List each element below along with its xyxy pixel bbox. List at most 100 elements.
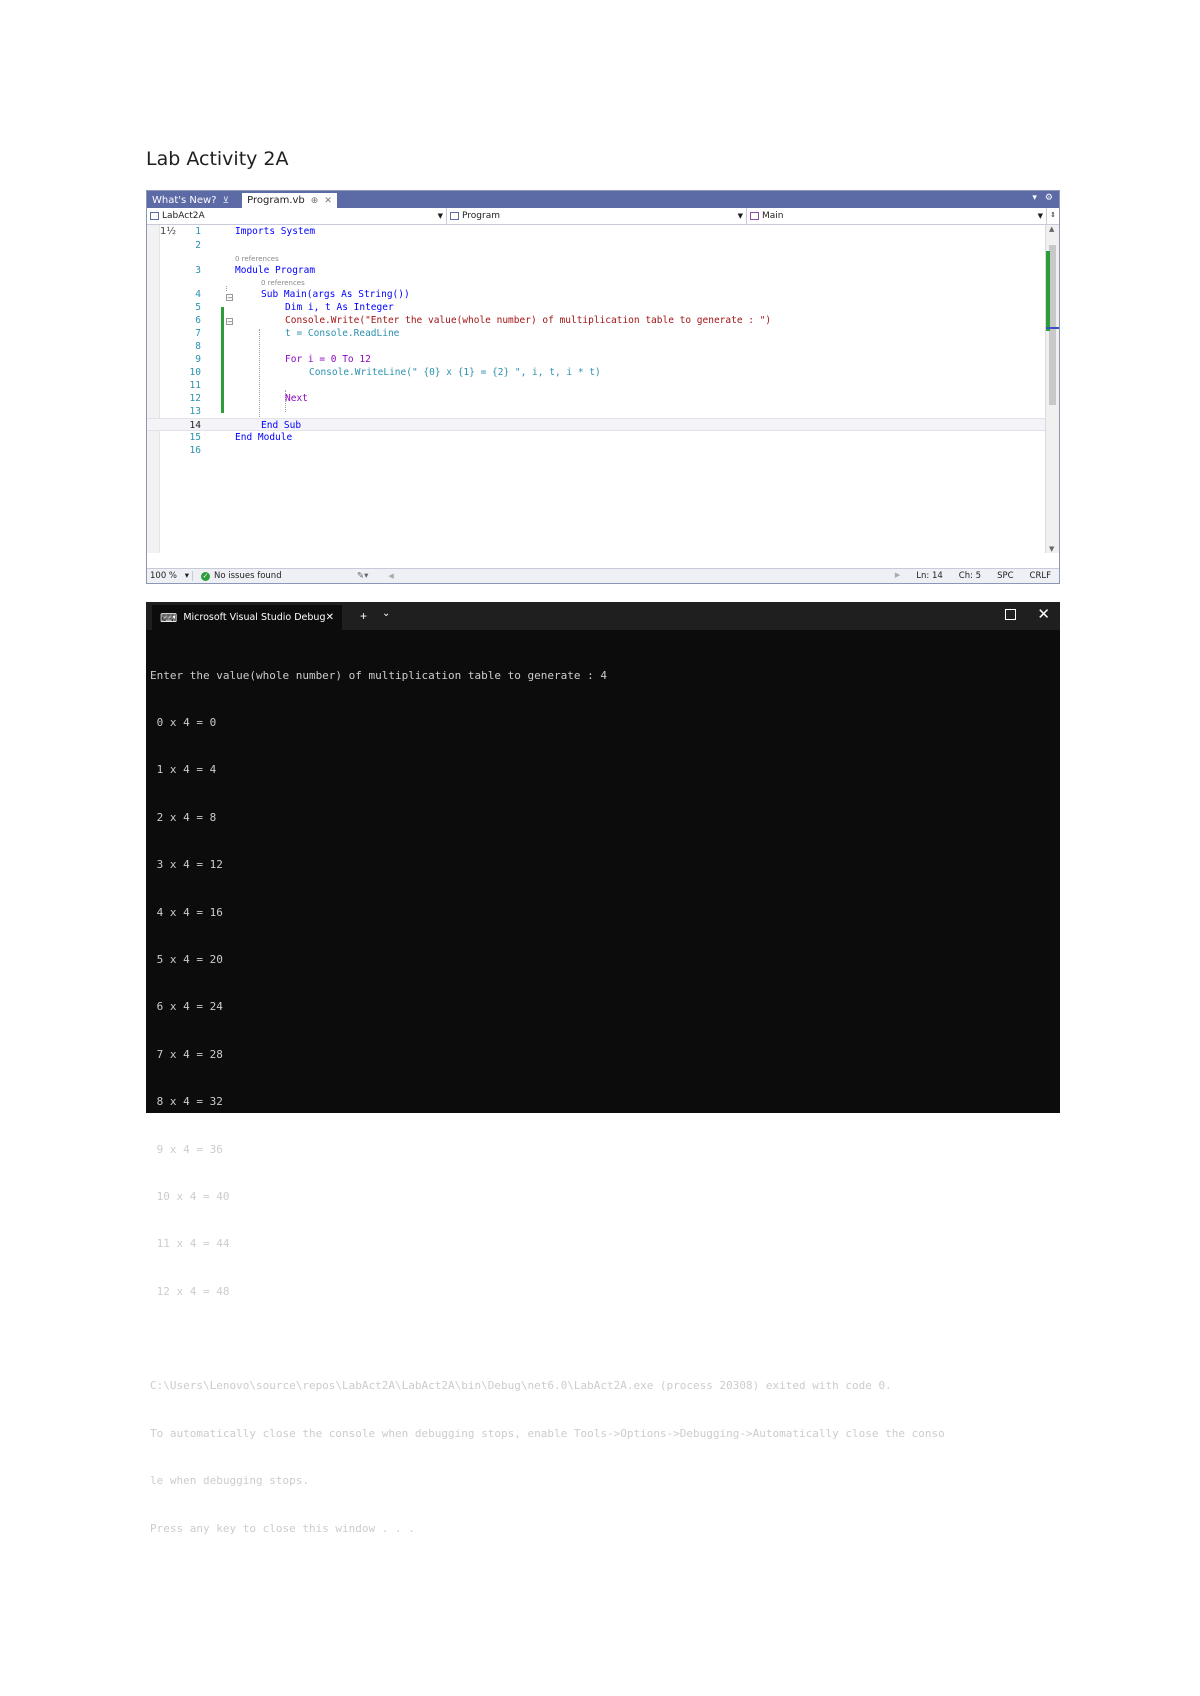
check-circle-icon: ✓ [201,571,210,581]
codelens-references[interactable]: 0 references [261,279,305,288]
console-line: 3 x 4 = 12 [150,858,223,872]
tab-label: What's New? [152,195,217,206]
code-line: 3 Module Program [147,264,1047,277]
document-title: Lab Activity 2A [146,148,289,170]
class-dropdown[interactable]: Program ▼ [447,208,747,224]
code-line: 11 [147,379,1047,392]
project-icon [150,212,159,220]
code-text: Console.WriteLine(" {0} x {1} = {2} ", i… [309,367,601,378]
tab-whats-new[interactable]: What's New? ⊻ [147,193,234,208]
vertical-scrollbar[interactable]: ▲ ▼ [1045,225,1059,553]
console-line: To automatically close the console when … [150,1426,945,1440]
zoom-level: 100 % [150,571,178,581]
maximize-icon[interactable] [1005,609,1016,620]
code-text: Imports System [235,226,316,237]
line-number: 10 [189,367,201,378]
tab-list-dropdown-icon[interactable]: ▾ [1032,193,1037,203]
console-line: C:\Users\Lenovo\source\repos\LabAct2A\La… [150,1379,892,1393]
code-line: 13 [147,405,1047,418]
console-line: 10 x 4 = 40 [150,1189,230,1203]
chevron-down-icon[interactable]: ⌄ [382,608,390,619]
chevron-down-icon: ▼ [1037,212,1043,220]
terminal-icon: ⌨ [160,610,178,625]
console-line: 6 x 4 = 24 [150,1000,223,1014]
console-line: 0 x 4 = 0 [150,715,217,729]
code-cleanup-icon[interactable]: ✎▾ [357,571,368,581]
scroll-left-icon[interactable]: ◀ [388,572,393,580]
tab-label: Program.vb [247,195,305,206]
scroll-up-icon[interactable]: ▲ [1049,225,1054,233]
codelens-references[interactable]: 0 references [235,255,279,264]
code-line: 12 Next [147,392,1047,405]
pin-icon[interactable]: ⊻ [223,196,230,206]
line-number: 9 [195,354,201,365]
split-editor-icon[interactable]: ⇕ [1047,208,1059,224]
close-icon[interactable]: ✕ [324,196,332,206]
line-number: 1 [195,226,201,237]
console-line: 4 x 4 = 16 [150,905,223,919]
console-line: 12 x 4 = 48 [150,1284,230,1298]
code-line-current: 14 End Sub [147,418,1047,431]
line-number: 15 [189,432,201,443]
code-text: Sub Main(args As String()) [261,289,410,300]
code-text: For i = 0 To 12 [285,354,371,365]
code-text: Console.Write("Enter the value(whole num… [285,315,772,326]
console-line: 11 x 4 = 44 [150,1237,230,1251]
console-line: 8 x 4 = 32 [150,1095,223,1109]
member-dropdown[interactable]: Main ▼ [747,208,1047,224]
code-line: 4 Sub Main(args As String()) [147,288,1047,301]
code-line: 6 Console.Write("Enter the value(whole n… [147,314,1047,327]
project-name: LabAct2A [162,211,205,221]
settings-gear-icon[interactable]: ⚙ [1045,193,1053,203]
console-tab[interactable]: ⌨ Microsoft Visual Studio Debug ✕ [152,605,342,630]
new-tab-icon[interactable]: + [360,609,367,623]
code-line: 9 For i = 0 To 12 [147,353,1047,366]
console-tab-title: Microsoft Visual Studio Debug [183,612,326,623]
code-line: 2 [147,239,1047,252]
code-editor[interactable]: 1½ − − 1 Imports System 2 0 references 3… [147,225,1047,553]
line-number: 8 [195,341,201,352]
pin-icon[interactable]: ⊕ [311,196,319,206]
console-line: 5 x 4 = 20 [150,952,223,966]
console-line: Enter the value(whole number) of multipl… [150,668,607,682]
project-dropdown[interactable]: LabAct2A ▼ [147,208,447,224]
console-titlebar: ⌨ Microsoft Visual Studio Debug ✕ + ⌄ ✕ [146,602,1060,630]
console-line: 2 x 4 = 8 [150,810,217,824]
code-line: 8 [147,340,1047,353]
chevron-down-icon: ▼ [737,212,743,220]
code-text: Next [285,393,308,404]
code-text: Dim i, t As Integer [285,302,394,313]
scrollbar-thumb[interactable] [1049,245,1056,405]
scroll-right-icon[interactable]: ▶ [895,571,900,581]
code-line: 10 Console.WriteLine(" {0} x {1} = {2} "… [147,366,1047,379]
zoom-dropdown[interactable]: 100 % ▾ [147,571,193,581]
line-number: 16 [189,445,201,456]
line-number: 11 [189,380,201,391]
line-ending[interactable]: CRLF [1030,571,1051,581]
code-line: 15 End Module [147,431,1047,444]
method-icon [750,212,759,220]
char-position[interactable]: Ch: 5 [959,571,981,581]
line-number: 7 [195,328,201,339]
console-line: 9 x 4 = 36 [150,1142,223,1156]
line-number: 12 [189,393,201,404]
editor-status-bar: 100 % ▾ ✓ No issues found ✎▾ ◀ ▶ Ln: 14 … [147,568,1059,583]
tab-program-vb[interactable]: Program.vb ⊕ ✕ [242,193,337,208]
code-text: Module Program [235,265,316,276]
line-number: 2 [195,240,201,251]
console-line: 1 x 4 = 4 [150,763,217,777]
change-marker [1046,251,1050,331]
line-position[interactable]: Ln: 14 [916,571,943,581]
close-icon[interactable]: ✕ [326,612,334,623]
chevron-down-icon: ▾ [184,571,189,581]
scroll-down-icon[interactable]: ▼ [1049,545,1054,553]
line-number: 5 [195,302,201,313]
issues-text: No issues found [214,571,282,581]
whitespace-mode[interactable]: SPC [997,571,1013,581]
close-window-icon[interactable]: ✕ [1037,605,1050,623]
class-name: Program [462,211,500,221]
issues-indicator[interactable]: ✓ No issues found [193,571,331,581]
line-number: 3 [195,265,201,276]
code-line: 16 [147,444,1047,457]
